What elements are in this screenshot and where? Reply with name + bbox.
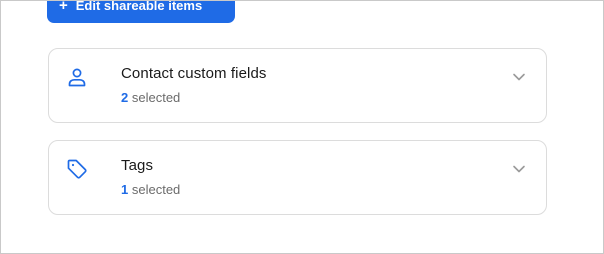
- chevron-down-icon[interactable]: [512, 70, 526, 84]
- selected-suffix: selected: [131, 182, 181, 197]
- plus-icon: +: [59, 0, 68, 14]
- card-title: Tags: [121, 157, 154, 174]
- edit-shareable-items-label: Edit shareable items: [75, 0, 203, 13]
- contact-custom-fields-card[interactable]: Contact custom fields 2 selected: [48, 48, 547, 123]
- selected-summary: 1 selected: [121, 182, 180, 197]
- selected-suffix: selected: [131, 90, 181, 105]
- edit-shareable-items-button[interactable]: + Edit shareable items: [47, 0, 235, 23]
- chevron-down-icon[interactable]: [512, 162, 526, 176]
- selected-count: 1: [121, 182, 129, 197]
- card-title: Contact custom fields: [121, 65, 267, 82]
- panel: + Edit shareable items Contact custom fi…: [0, 0, 604, 254]
- tag-icon: [66, 158, 88, 180]
- selected-count: 2: [121, 90, 129, 105]
- selected-summary: 2 selected: [121, 90, 180, 105]
- tags-card[interactable]: Tags 1 selected: [48, 140, 547, 215]
- person-icon: [66, 66, 88, 88]
